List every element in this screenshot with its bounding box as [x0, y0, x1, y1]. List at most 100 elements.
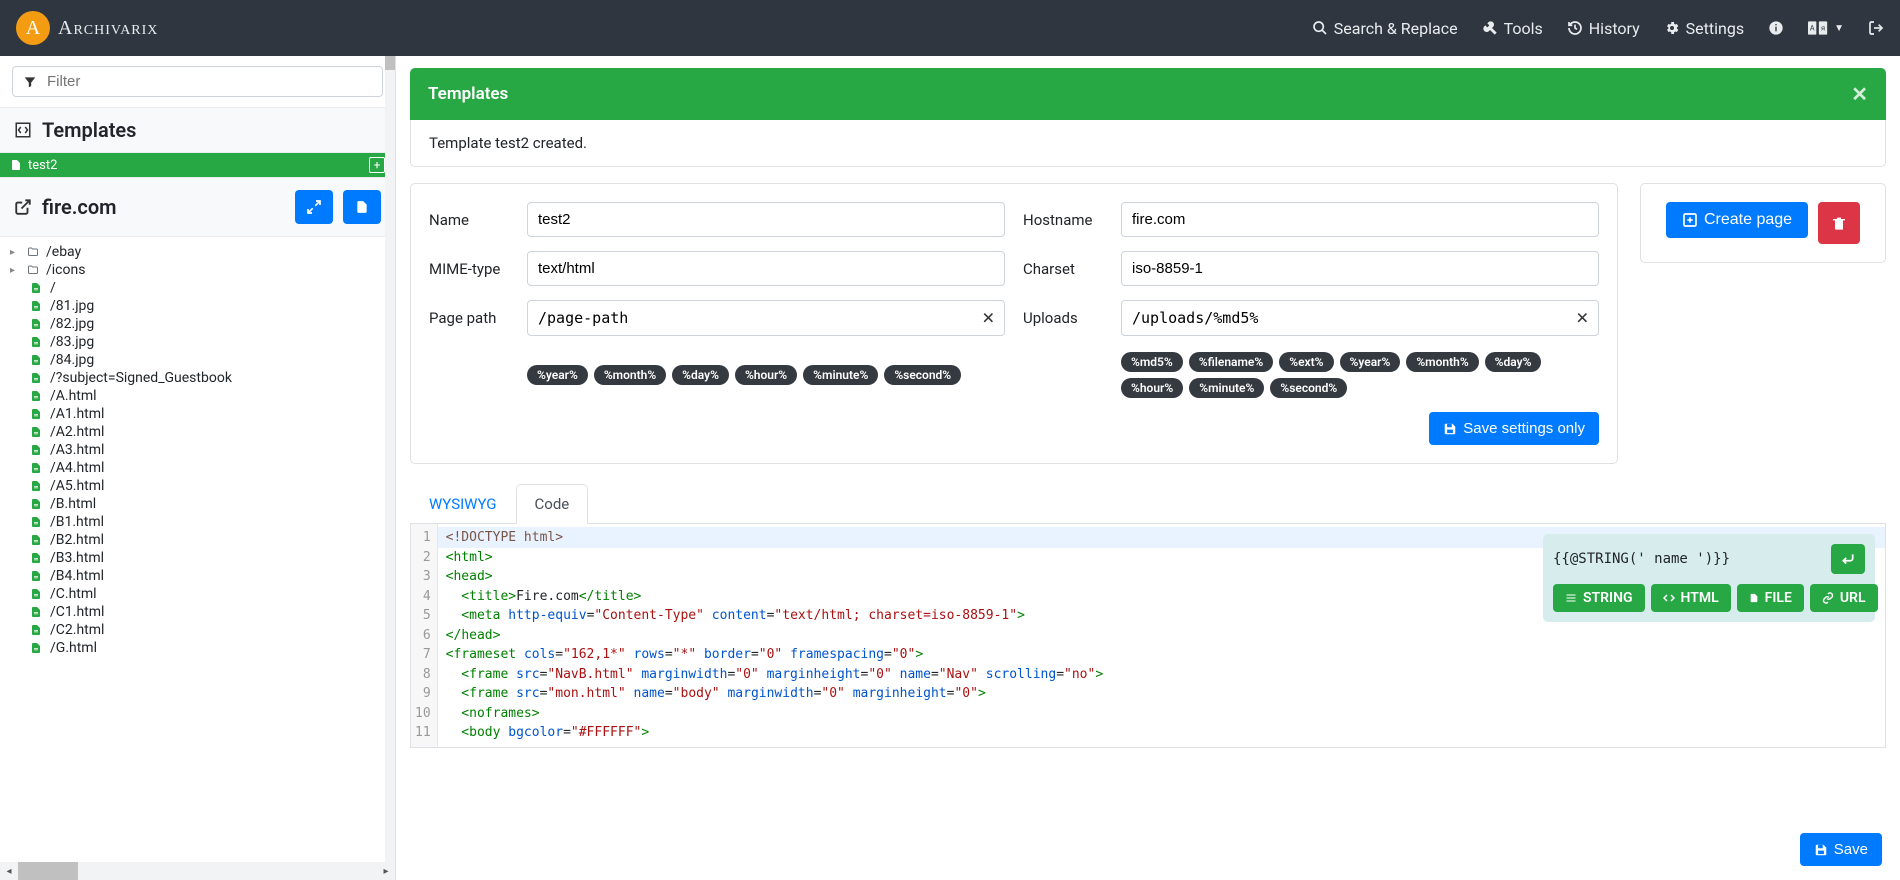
token-badge[interactable]: %second%	[1270, 378, 1347, 398]
scroll-left-icon[interactable]: ◂	[0, 862, 18, 880]
clear-icon[interactable]: ✕	[1576, 309, 1589, 328]
file-tree[interactable]: ▸ /ebay ▸ /icons //81.jpg/82.jpg/83.jpg/…	[0, 237, 395, 880]
tree-file[interactable]: /A.html	[0, 387, 395, 405]
file-icon	[30, 479, 44, 493]
domain-name[interactable]: fire.com	[42, 195, 117, 219]
tree-file[interactable]: /B4.html	[0, 567, 395, 585]
plus-icon[interactable]: +	[369, 157, 385, 173]
tree-file[interactable]: /A4.html	[0, 459, 395, 477]
nav-tools[interactable]: Tools	[1482, 19, 1543, 38]
tree-file[interactable]: /B1.html	[0, 513, 395, 531]
tree-file[interactable]: /C.html	[0, 585, 395, 603]
scroll-thumb[interactable]	[18, 862, 78, 880]
tree-file[interactable]: /B2.html	[0, 531, 395, 549]
nav-info[interactable]	[1768, 20, 1784, 36]
templates-label: Templates	[42, 118, 136, 142]
tree-folder[interactable]: ▸ /icons	[0, 261, 395, 279]
sidebar-hscroll[interactable]: ◂ ▸	[0, 862, 395, 880]
tree-file[interactable]: /C2.html	[0, 621, 395, 639]
alert-body: Template test2 created.	[410, 120, 1886, 167]
nav-search-replace[interactable]: Search & Replace	[1312, 19, 1458, 38]
snippet-submit-button[interactable]	[1831, 544, 1865, 574]
nav-label: Search & Replace	[1334, 19, 1458, 38]
tree-folder[interactable]: ▸ /ebay	[0, 243, 395, 261]
sidebar: Templates test2 + fire.com ▸ /ebay ▸ /ic…	[0, 56, 396, 880]
tree-file[interactable]: /	[0, 279, 395, 297]
snippet-html-button[interactable]: HTML	[1651, 584, 1731, 612]
tree-file[interactable]: /81.jpg	[0, 297, 395, 315]
sidebar-template-item[interactable]: test2 +	[0, 153, 395, 177]
tab-wysiwyg[interactable]: WYSIWYG	[410, 484, 516, 523]
close-icon[interactable]: ✕	[1851, 82, 1868, 106]
filter-input[interactable]	[47, 73, 372, 90]
uploads-input[interactable]	[1121, 300, 1599, 336]
pagepath-input[interactable]	[527, 300, 1005, 336]
nav-label: History	[1589, 19, 1640, 38]
create-page-button[interactable]: Create page	[1666, 202, 1808, 238]
token-badge[interactable]: %day%	[672, 365, 729, 385]
clear-icon[interactable]: ✕	[982, 309, 995, 328]
nav-settings[interactable]: Settings	[1664, 19, 1744, 38]
save-settings-button[interactable]: Save settings only	[1429, 412, 1599, 445]
token-badge[interactable]: %year%	[527, 365, 588, 385]
scroll-thumb[interactable]	[385, 56, 395, 70]
snippet-url-button[interactable]: URL	[1810, 584, 1878, 612]
nav-label: Settings	[1686, 19, 1744, 38]
snippet-file-button[interactable]: FILE	[1737, 584, 1804, 612]
token-badge[interactable]: %month%	[1406, 352, 1478, 372]
templates-heading[interactable]: Templates	[0, 107, 395, 153]
token-badge[interactable]: %second%	[884, 365, 961, 385]
tree-file[interactable]: /83.jpg	[0, 333, 395, 351]
tree-file[interactable]: /A5.html	[0, 477, 395, 495]
new-file-button[interactable]	[343, 190, 381, 224]
expand-button[interactable]	[295, 190, 333, 224]
token-badge[interactable]: %month%	[594, 365, 666, 385]
charset-input[interactable]	[1121, 251, 1599, 286]
tree-file[interactable]: /82.jpg	[0, 315, 395, 333]
token-badge[interactable]: %year%	[1340, 352, 1401, 372]
tree-label: /A.html	[50, 388, 97, 404]
token-badge[interactable]: %minute%	[1189, 378, 1264, 398]
tree-label: /82.jpg	[50, 316, 94, 332]
tree-file[interactable]: /84.jpg	[0, 351, 395, 369]
logo[interactable]: A Archivarix	[16, 11, 158, 45]
caret-right-icon: ▸	[10, 247, 20, 258]
tree-label: /	[50, 280, 56, 296]
sidebar-vscroll[interactable]	[385, 56, 395, 862]
delete-button[interactable]	[1818, 202, 1860, 244]
tab-code[interactable]: Code	[516, 484, 589, 524]
nav-history[interactable]: History	[1567, 19, 1640, 38]
nav-logout[interactable]	[1868, 20, 1884, 36]
tree-label: /B.html	[50, 496, 96, 512]
token-badge[interactable]: %md5%	[1121, 352, 1183, 372]
scroll-right-icon[interactable]: ▸	[377, 862, 395, 880]
info-icon	[1768, 20, 1784, 36]
token-badge[interactable]: %minute%	[803, 365, 878, 385]
token-badge[interactable]: %hour%	[1121, 378, 1183, 398]
code-editor[interactable]: 1234567891011 <!DOCTYPE html> <html> <he…	[410, 524, 1886, 748]
external-link-icon[interactable]	[14, 198, 32, 216]
filter-input-wrap[interactable]	[12, 66, 383, 97]
tree-file[interactable]: /G.html	[0, 639, 395, 657]
name-input[interactable]	[527, 202, 1005, 237]
tree-file[interactable]: /C1.html	[0, 603, 395, 621]
filter-icon	[23, 75, 37, 89]
snippet-string-button[interactable]: STRING	[1553, 584, 1645, 612]
tree-file[interactable]: /B.html	[0, 495, 395, 513]
tree-file[interactable]: /A1.html	[0, 405, 395, 423]
nav-language[interactable]: Aя ▼	[1808, 21, 1844, 35]
token-badge[interactable]: %filename%	[1189, 352, 1273, 372]
hostname-input[interactable]	[1121, 202, 1599, 237]
tree-file[interactable]: /A2.html	[0, 423, 395, 441]
save-settings-label: Save settings only	[1463, 420, 1585, 437]
tree-file[interactable]: /?subject=Signed_Guestbook	[0, 369, 395, 387]
tree-file[interactable]: /B3.html	[0, 549, 395, 567]
token-badge[interactable]: %hour%	[735, 365, 797, 385]
tree-file[interactable]: /A3.html	[0, 441, 395, 459]
code-icon	[14, 121, 32, 139]
save-button[interactable]: Save	[1800, 833, 1882, 866]
token-badge[interactable]: %day%	[1485, 352, 1542, 372]
tree-label: /B2.html	[50, 532, 104, 548]
token-badge[interactable]: %ext%	[1279, 352, 1333, 372]
mime-input[interactable]	[527, 251, 1005, 286]
